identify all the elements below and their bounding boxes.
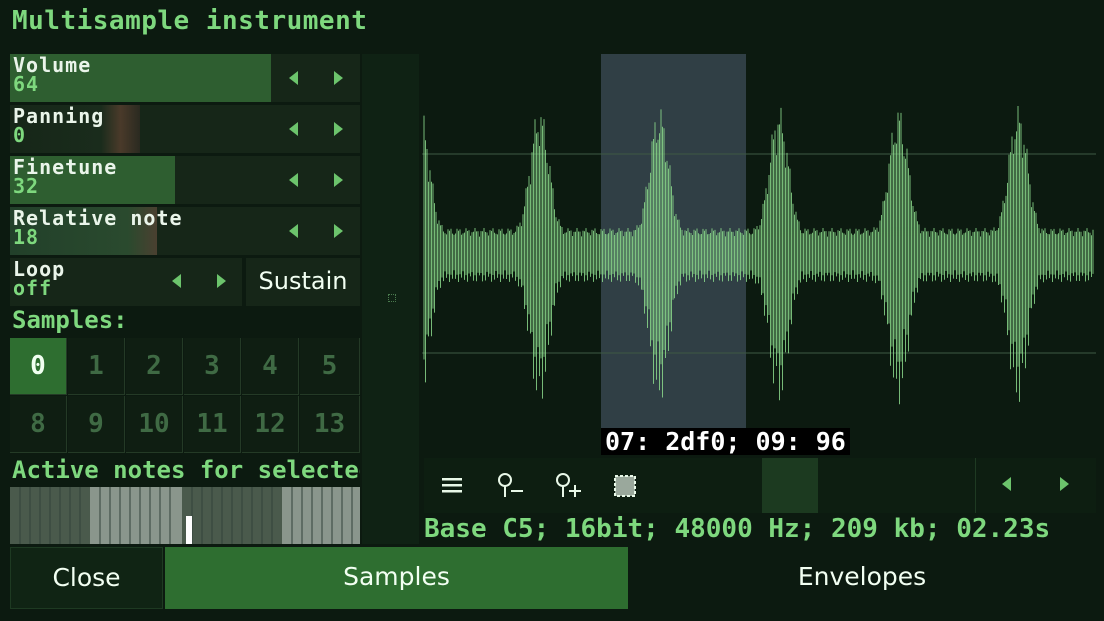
select-all-icon[interactable] bbox=[612, 473, 638, 499]
sample-slot-10[interactable]: 10 bbox=[126, 396, 183, 453]
loop-decrease-icon[interactable] bbox=[172, 274, 181, 288]
sample-slot-9[interactable]: 9 bbox=[68, 396, 125, 453]
waveform-view[interactable] bbox=[420, 54, 1096, 454]
grip-icon bbox=[388, 294, 396, 302]
scroll-right-icon[interactable] bbox=[1060, 477, 1069, 491]
tab-samples[interactable]: Samples bbox=[165, 547, 628, 609]
samples-heading: Samples: bbox=[12, 306, 128, 334]
relative-note-control[interactable]: Relative note 18 bbox=[10, 207, 360, 255]
panning-increase-icon[interactable] bbox=[334, 122, 343, 136]
menu-icon[interactable] bbox=[440, 474, 464, 496]
volume-value: 64 bbox=[13, 72, 40, 96]
relative-note-value: 18 bbox=[13, 225, 40, 249]
waveform-graph bbox=[422, 106, 1096, 405]
loop-increase-icon[interactable] bbox=[217, 274, 226, 288]
relative-note-decrease-icon[interactable] bbox=[289, 224, 298, 238]
scroll-position-indicator[interactable] bbox=[762, 458, 818, 513]
waveform-toolbar bbox=[424, 458, 1096, 513]
sample-slot-8[interactable]: 8 bbox=[10, 396, 67, 453]
zoom-out-icon[interactable] bbox=[496, 471, 526, 499]
active-notes-heading: Active notes for selected bbox=[12, 456, 360, 484]
panning-value: 0 bbox=[13, 123, 27, 147]
finetune-increase-icon[interactable] bbox=[334, 173, 343, 187]
volume-control[interactable]: Volume 64 bbox=[10, 54, 360, 102]
sample-slot-4[interactable]: 4 bbox=[242, 338, 299, 395]
sample-slot-1[interactable]: 1 bbox=[68, 338, 125, 395]
tab-envelopes[interactable]: Envelopes bbox=[630, 547, 1094, 609]
active-note-marker bbox=[186, 516, 192, 544]
toolbar-divider bbox=[975, 458, 976, 513]
sample-grid: 0 1 2 3 4 5 8 9 10 11 12 13 bbox=[10, 338, 360, 454]
waveform-trace bbox=[423, 106, 1094, 405]
panning-decrease-icon[interactable] bbox=[289, 122, 298, 136]
splitter-handle[interactable] bbox=[362, 54, 419, 544]
volume-increase-icon[interactable] bbox=[334, 71, 343, 85]
zoom-in-icon[interactable] bbox=[554, 471, 584, 499]
sample-slot-12[interactable]: 12 bbox=[242, 396, 299, 453]
panning-label: Panning bbox=[13, 105, 105, 128]
sample-slot-2[interactable]: 2 bbox=[126, 338, 183, 395]
loop-value: off bbox=[13, 276, 53, 300]
close-button[interactable]: Close bbox=[10, 547, 163, 609]
active-notes-keyboard[interactable] bbox=[10, 487, 360, 544]
finetune-value: 32 bbox=[13, 174, 40, 198]
volume-decrease-icon[interactable] bbox=[289, 71, 298, 85]
sample-slot-3[interactable]: 3 bbox=[184, 338, 241, 395]
sample-slot-11[interactable]: 11 bbox=[184, 396, 241, 453]
panning-control[interactable]: Panning 0 bbox=[10, 105, 360, 153]
selection-readout: 07: 2df0; 09: 96 bbox=[601, 428, 850, 455]
sample-slot-5[interactable]: 5 bbox=[300, 338, 360, 395]
relative-note-increase-icon[interactable] bbox=[334, 224, 343, 238]
sample-info: Base C5; 16bit; 48000 Hz; 209 kb; 02.23s bbox=[424, 514, 1051, 544]
finetune-decrease-icon[interactable] bbox=[289, 173, 298, 187]
window-title: Multisample instrument bbox=[12, 6, 368, 36]
finetune-control[interactable]: Finetune 32 bbox=[10, 156, 360, 204]
loop-control[interactable]: Loop off bbox=[10, 258, 242, 306]
sample-slot-0[interactable]: 0 bbox=[10, 338, 67, 395]
sustain-button[interactable]: Sustain bbox=[246, 258, 360, 306]
sample-slot-13[interactable]: 13 bbox=[300, 396, 360, 453]
scroll-left-icon[interactable] bbox=[1002, 477, 1011, 491]
